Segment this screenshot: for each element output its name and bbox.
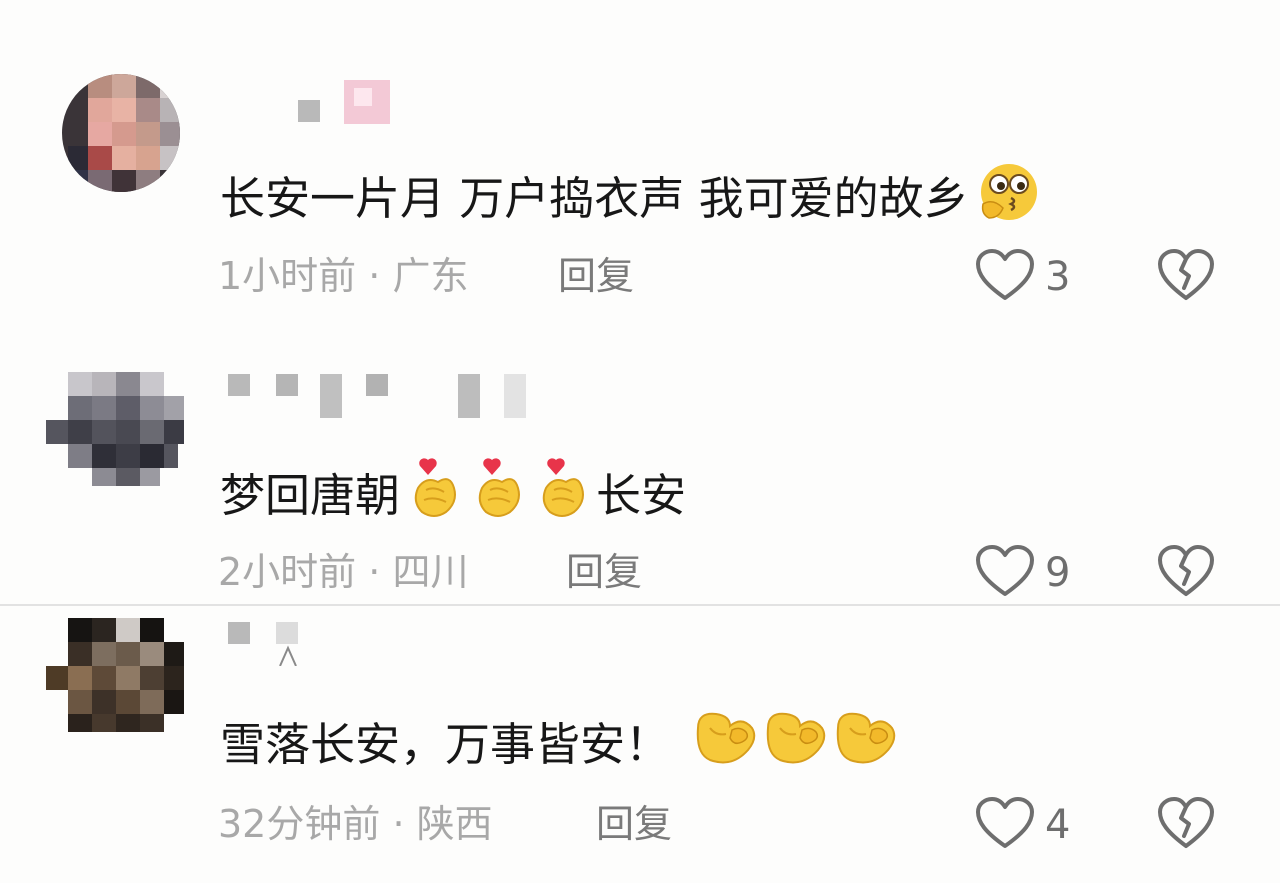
finger-heart-icon bbox=[468, 456, 528, 535]
comment-text: 雪落长安，万事皆安！ bbox=[220, 708, 898, 781]
comment-time: 1小时前 bbox=[218, 254, 357, 298]
comment-text: 长安一片月 万户捣衣声 我可爱的故乡 bbox=[220, 160, 1043, 237]
comment-time: 32分钟前 bbox=[218, 802, 381, 846]
like-count: 3 bbox=[1045, 254, 1071, 300]
like-button[interactable]: 4 bbox=[975, 796, 1070, 854]
meta-separator: · bbox=[380, 802, 417, 846]
comment-location: 四川 bbox=[392, 550, 469, 594]
username-pixelated[interactable] bbox=[222, 76, 542, 126]
comment-meta: 1小时前 · 广东 bbox=[218, 252, 468, 300]
username-pixelated[interactable] bbox=[222, 618, 542, 667]
comment-location: 广东 bbox=[392, 254, 469, 298]
meta-separator: · bbox=[356, 254, 393, 298]
comment-list: 长安一片月 万户捣衣声 我可爱的故乡 1小时前 · 广东 回复 3 梦回唐朝 长… bbox=[0, 0, 1280, 883]
reply-button[interactable]: 回复 bbox=[558, 252, 634, 300]
divider bbox=[0, 604, 1280, 606]
comment-meta: 2小时前 · 四川 bbox=[218, 548, 468, 596]
avatar[interactable] bbox=[46, 618, 184, 742]
flexed-biceps-icon bbox=[762, 708, 828, 781]
like-count: 4 bbox=[1045, 802, 1071, 848]
heart-icon bbox=[975, 248, 1035, 306]
finger-heart-icon bbox=[404, 456, 464, 535]
dislike-button[interactable] bbox=[1157, 796, 1215, 854]
finger-heart-icon bbox=[532, 456, 592, 535]
reply-button[interactable]: 回复 bbox=[596, 800, 672, 848]
reply-button[interactable]: 回复 bbox=[566, 548, 642, 596]
thinking-face-icon bbox=[973, 160, 1043, 237]
heart-icon bbox=[975, 544, 1035, 602]
meta-separator: · bbox=[356, 550, 393, 594]
broken-heart-icon bbox=[1157, 545, 1215, 602]
flexed-biceps-icon bbox=[692, 708, 758, 781]
username-pixelated[interactable] bbox=[222, 370, 542, 418]
broken-heart-icon bbox=[1157, 249, 1215, 306]
avatar[interactable] bbox=[46, 372, 184, 496]
avatar[interactable] bbox=[58, 74, 196, 198]
comment-text: 梦回唐朝 长安 bbox=[220, 456, 686, 535]
like-count: 9 bbox=[1045, 550, 1071, 596]
comment-meta: 32分钟前 · 陕西 bbox=[218, 800, 493, 848]
dislike-button[interactable] bbox=[1157, 248, 1215, 306]
like-button[interactable]: 9 bbox=[975, 544, 1070, 602]
broken-heart-icon bbox=[1157, 797, 1215, 854]
heart-icon bbox=[975, 796, 1035, 854]
like-button[interactable]: 3 bbox=[975, 248, 1070, 306]
flexed-biceps-icon bbox=[832, 708, 898, 781]
comment-location: 陕西 bbox=[416, 802, 493, 846]
comment-time: 2小时前 bbox=[218, 550, 357, 594]
dislike-button[interactable] bbox=[1157, 544, 1215, 602]
